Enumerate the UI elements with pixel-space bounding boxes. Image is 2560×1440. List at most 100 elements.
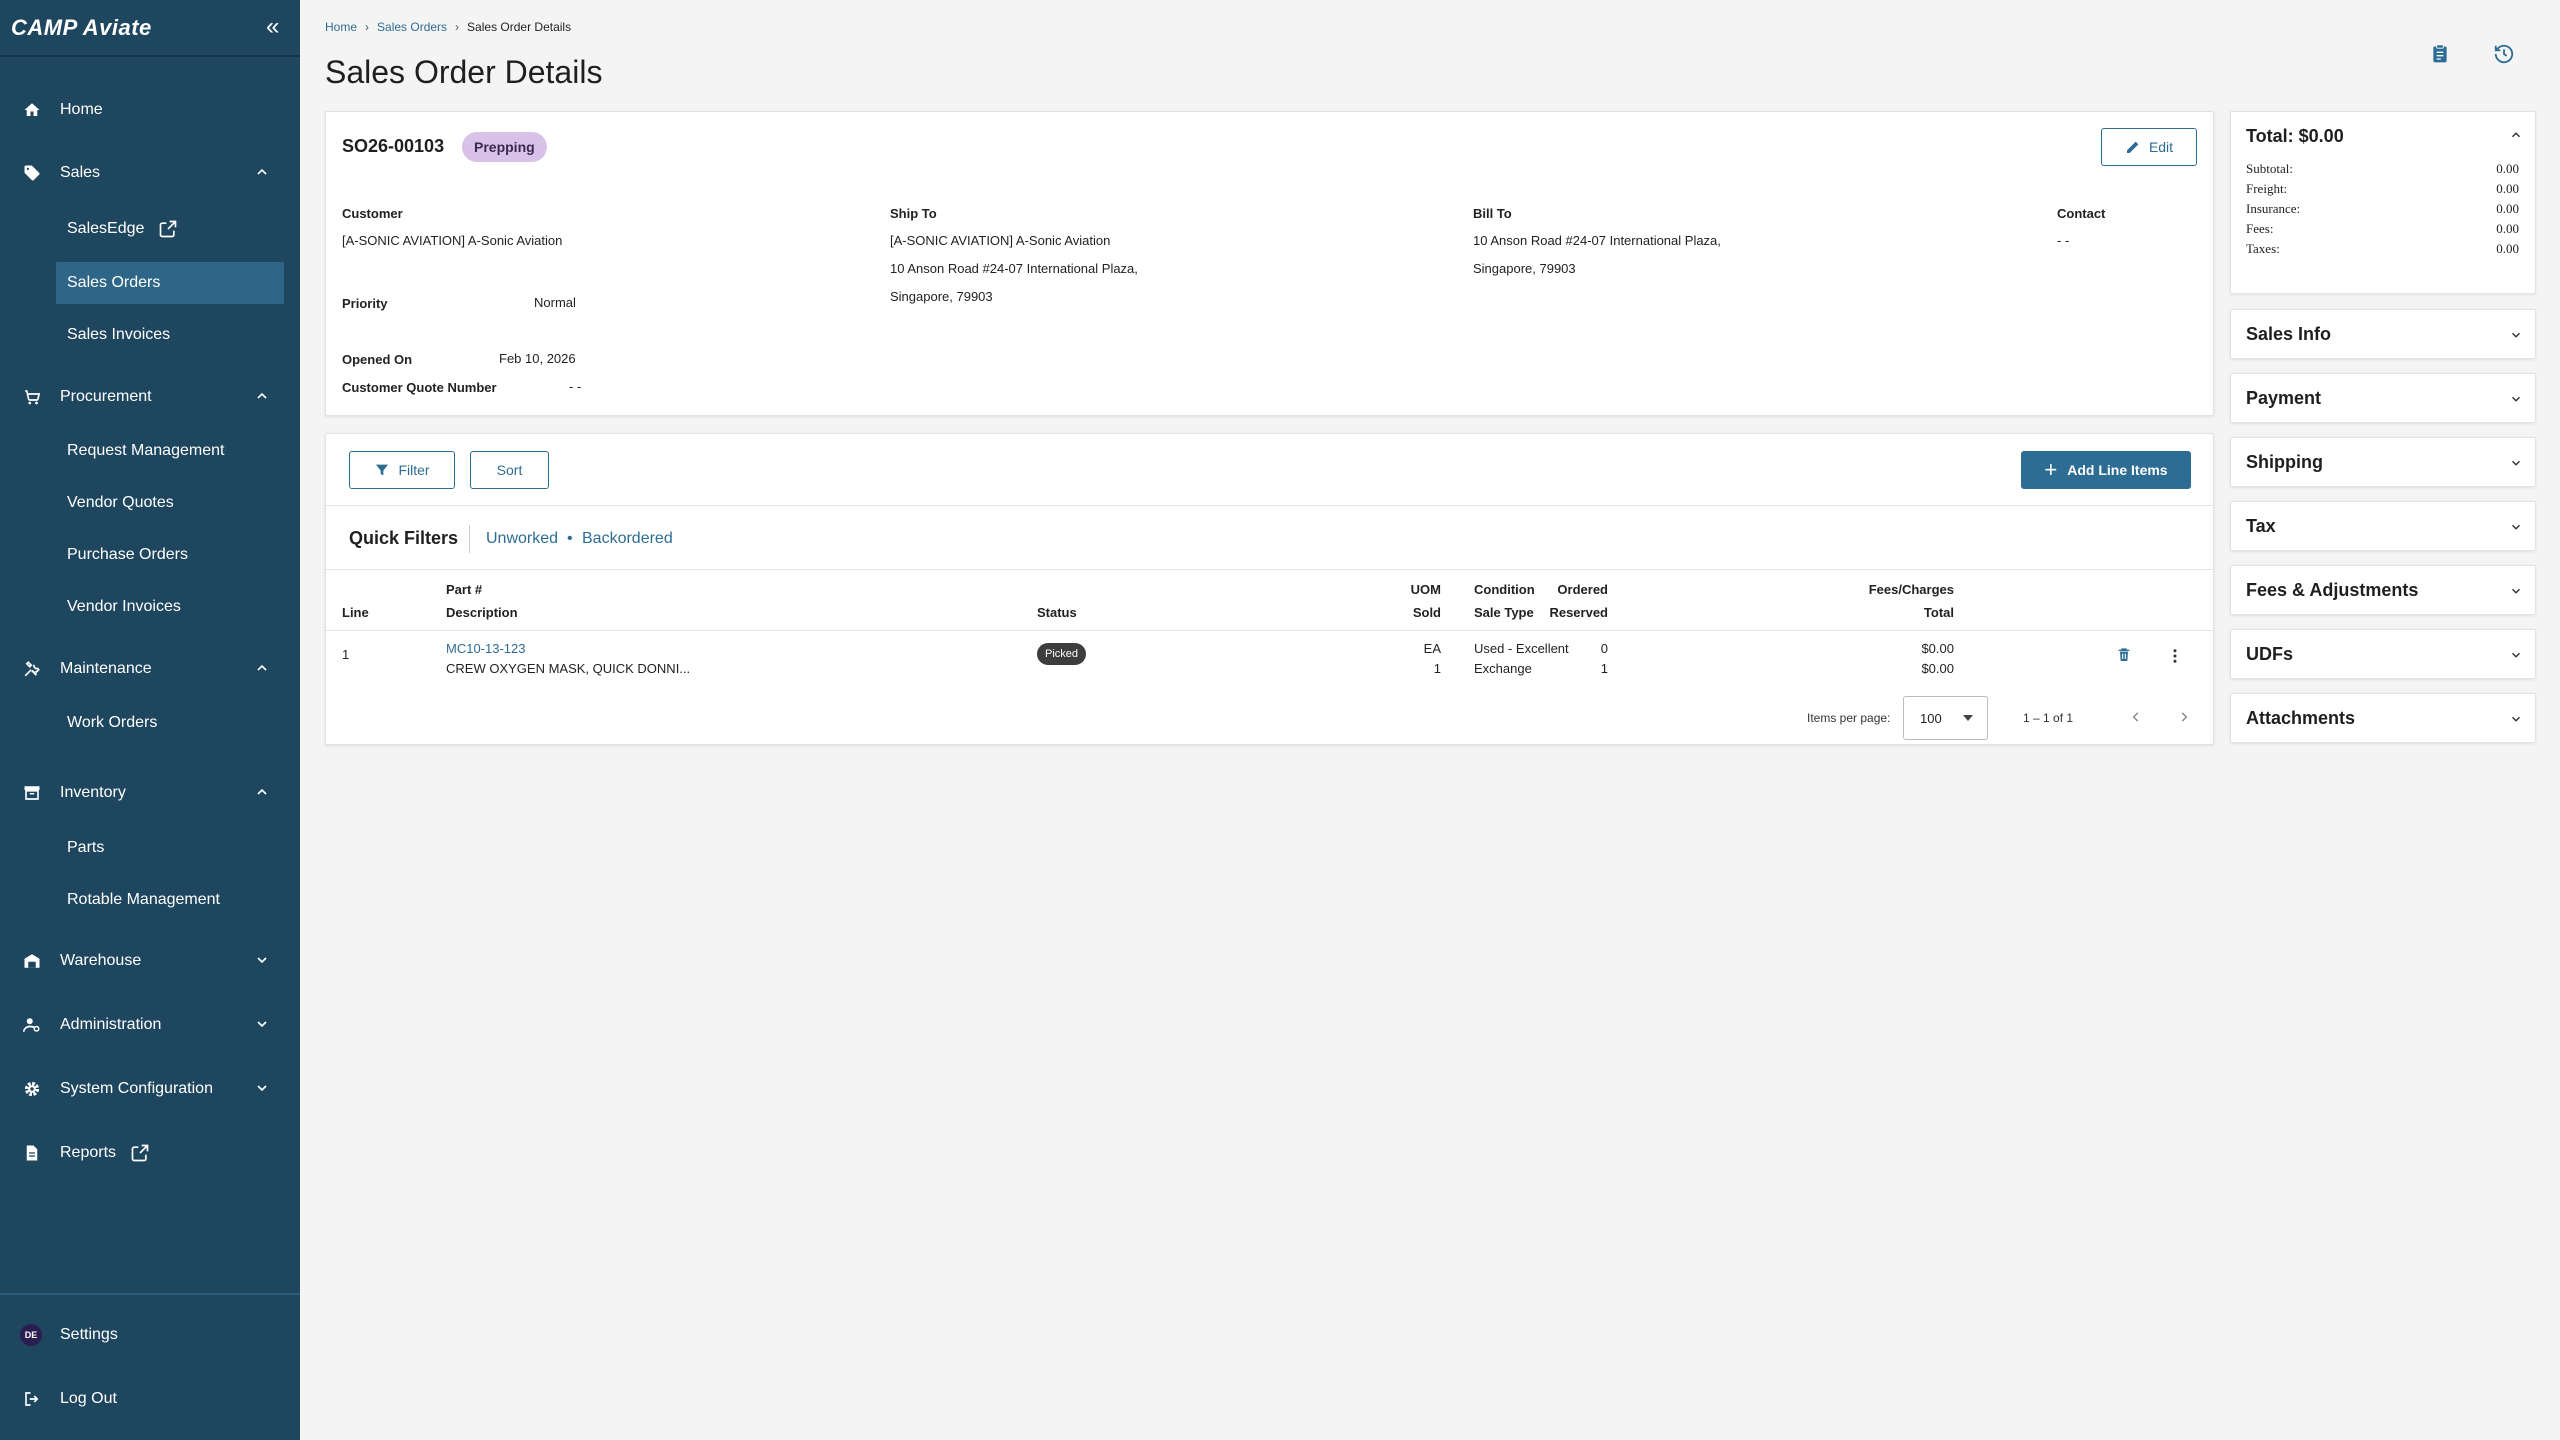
bill-to-label: Bill To <box>1473 206 1512 221</box>
chevron-up-icon[interactable] <box>2509 128 2523 142</box>
sidebar-item-parts[interactable]: Parts <box>56 827 284 869</box>
quick-filter-unworked[interactable]: Unworked <box>486 530 558 548</box>
quick-filters-title: Quick Filters <box>349 528 459 548</box>
collapse-sidebar-icon[interactable]: « <box>266 13 279 41</box>
sidebar-item-sales-orders[interactable]: Sales Orders <box>56 262 284 304</box>
cell-total: $0.00 <box>1921 661 1954 676</box>
nav-logout[interactable]: Log Out <box>0 1375 300 1423</box>
fees-label: Fees: <box>2246 221 2274 236</box>
breadcrumb: Home › Sales Orders › Sales Order Detail… <box>325 20 571 34</box>
panel-shipping[interactable]: Shipping <box>2230 437 2536 487</box>
edit-button[interactable]: Edit <box>2101 128 2197 166</box>
caret-down-icon <box>1963 715 1973 721</box>
col-header-sold: Sold <box>1412 605 1441 620</box>
cell-uom: EA <box>1423 641 1441 656</box>
plus-icon: + <box>2044 457 2058 482</box>
panel-title: Tax <box>2246 516 2276 536</box>
sidebar-item-work-orders[interactable]: Work Orders <box>56 702 284 744</box>
sidebar-item-label: Parts <box>67 839 105 856</box>
row-status-badge: Picked <box>1037 643 1087 665</box>
col-header-uom: UOM <box>1410 582 1441 597</box>
customer-quote-value: - - <box>569 379 582 394</box>
history-icon[interactable] <box>2488 38 2520 70</box>
cell-part-link[interactable]: MC10-13-123 <box>446 641 526 656</box>
nav-warehouse[interactable]: Warehouse <box>0 937 300 985</box>
sidebar-item-sales-invoices[interactable]: Sales Invoices <box>56 314 284 356</box>
breadcrumb-home[interactable]: Home <box>325 20 357 34</box>
ship-to-line-3: Singapore, 79903 <box>890 289 993 304</box>
logo-bar: CAMP Aviate « <box>0 0 300 57</box>
sidebar-item-purchase-orders[interactable]: Purchase Orders <box>56 534 284 576</box>
priority-label: Priority <box>342 296 388 311</box>
sidebar-item-label: Vendor Invoices <box>67 598 181 615</box>
order-info-card: SO26-00103 Prepping Edit Customer [A-SON… <box>325 111 2214 416</box>
nav-home-label: Home <box>60 101 103 118</box>
nav-inventory-label: Inventory <box>60 784 126 801</box>
cell-sale-type: Exchange <box>1474 661 1532 676</box>
trash-icon[interactable] <box>2116 646 2134 666</box>
clipboard-icon[interactable] <box>2424 38 2456 70</box>
nav-procurement[interactable]: Procurement <box>0 373 300 421</box>
nav-settings-label: Settings <box>60 1326 118 1343</box>
next-page-icon[interactable] <box>2174 707 2194 727</box>
panel-fees-adjustments[interactable]: Fees & Adjustments <box>2230 565 2536 615</box>
col-header-line: Line <box>342 605 369 620</box>
items-per-page-value: 100 <box>1920 710 1942 726</box>
nav-sales-label: Sales <box>60 164 101 181</box>
taxes-label: Taxes: <box>2246 241 2280 256</box>
panel-attachments[interactable]: Attachments <box>2230 693 2536 743</box>
panel-payment[interactable]: Payment <box>2230 373 2536 423</box>
nav-maintenance-label: Maintenance <box>60 660 152 677</box>
nav-home[interactable]: Home <box>0 86 300 134</box>
external-link-icon <box>160 220 177 238</box>
priority-value: Normal <box>534 295 576 310</box>
chevron-down-icon <box>257 1021 267 1028</box>
add-line-items-button[interactable]: + Add Line Items <box>2021 451 2191 489</box>
panel-title: Fees & Adjustments <box>2246 580 2419 600</box>
sidebar-item-rotable-management[interactable]: Rotable Management <box>56 879 284 921</box>
filter-button[interactable]: Filter <box>349 451 455 489</box>
page-title: Sales Order Details <box>325 54 603 90</box>
totals-card: Total: $0.00 Subtotal: 0.00 Freight: 0.0… <box>2230 111 2536 294</box>
document-icon <box>22 1143 42 1163</box>
sidebar-item-label: Work Orders <box>67 714 158 731</box>
previous-page-icon[interactable] <box>2126 707 2146 727</box>
items-per-page-select[interactable]: 100 <box>1903 696 1988 740</box>
breadcrumb-current: Sales Order Details <box>467 20 572 34</box>
sidebar-divider <box>0 1293 300 1295</box>
sidebar-item-label: SalesEdge <box>67 220 145 237</box>
breadcrumb-sales-orders[interactable]: Sales Orders <box>377 20 447 34</box>
customer-value: [A-SONIC AVIATION] A-Sonic Aviation <box>342 233 563 248</box>
nav-maintenance[interactable]: Maintenance <box>0 645 300 693</box>
sidebar-item-vendor-quotes[interactable]: Vendor Quotes <box>56 482 284 524</box>
nav-sales[interactable]: Sales <box>0 149 300 197</box>
nav-inventory[interactable]: Inventory <box>0 769 300 817</box>
panel-tax[interactable]: Tax <box>2230 501 2536 551</box>
sort-button[interactable]: Sort <box>470 451 549 489</box>
taxes-value: 0.00 <box>2496 241 2519 256</box>
panel-title: UDFs <box>2246 644 2294 664</box>
panel-sales-info[interactable]: Sales Info <box>2230 309 2536 359</box>
nav-settings[interactable]: DE Settings <box>0 1311 300 1359</box>
subtotal-label: Subtotal: <box>2246 161 2293 176</box>
tag-icon <box>22 163 42 183</box>
chevron-up-icon <box>257 788 267 795</box>
nav-reports[interactable]: Reports <box>0 1129 300 1177</box>
sidebar-item-request-management[interactable]: Request Management <box>56 430 284 472</box>
archive-icon <box>22 783 42 803</box>
more-options-icon[interactable] <box>2166 644 2184 668</box>
nav-system-configuration[interactable]: System Configuration <box>0 1065 300 1113</box>
ship-to-line-2: 10 Anson Road #24-07 International Plaza… <box>890 261 1138 276</box>
sidebar-item-salesedge[interactable]: SalesEdge <box>56 208 284 250</box>
ship-to-label: Ship To <box>890 206 937 221</box>
panel-udfs[interactable]: UDFs <box>2230 629 2536 679</box>
filter-icon <box>376 464 389 476</box>
subtotal-value: 0.00 <box>2496 161 2519 176</box>
bill-to-line-1: 10 Anson Road #24-07 International Plaza… <box>1473 233 1721 248</box>
col-header-fees: Fees/Charges <box>1868 582 1954 597</box>
nav-administration[interactable]: Administration <box>0 1001 300 1049</box>
chevron-down-icon <box>2511 524 2521 530</box>
sidebar-item-vendor-invoices[interactable]: Vendor Invoices <box>56 586 284 628</box>
quick-filter-backordered[interactable]: Backordered <box>582 530 673 548</box>
order-number: SO26-00103 <box>342 136 445 156</box>
